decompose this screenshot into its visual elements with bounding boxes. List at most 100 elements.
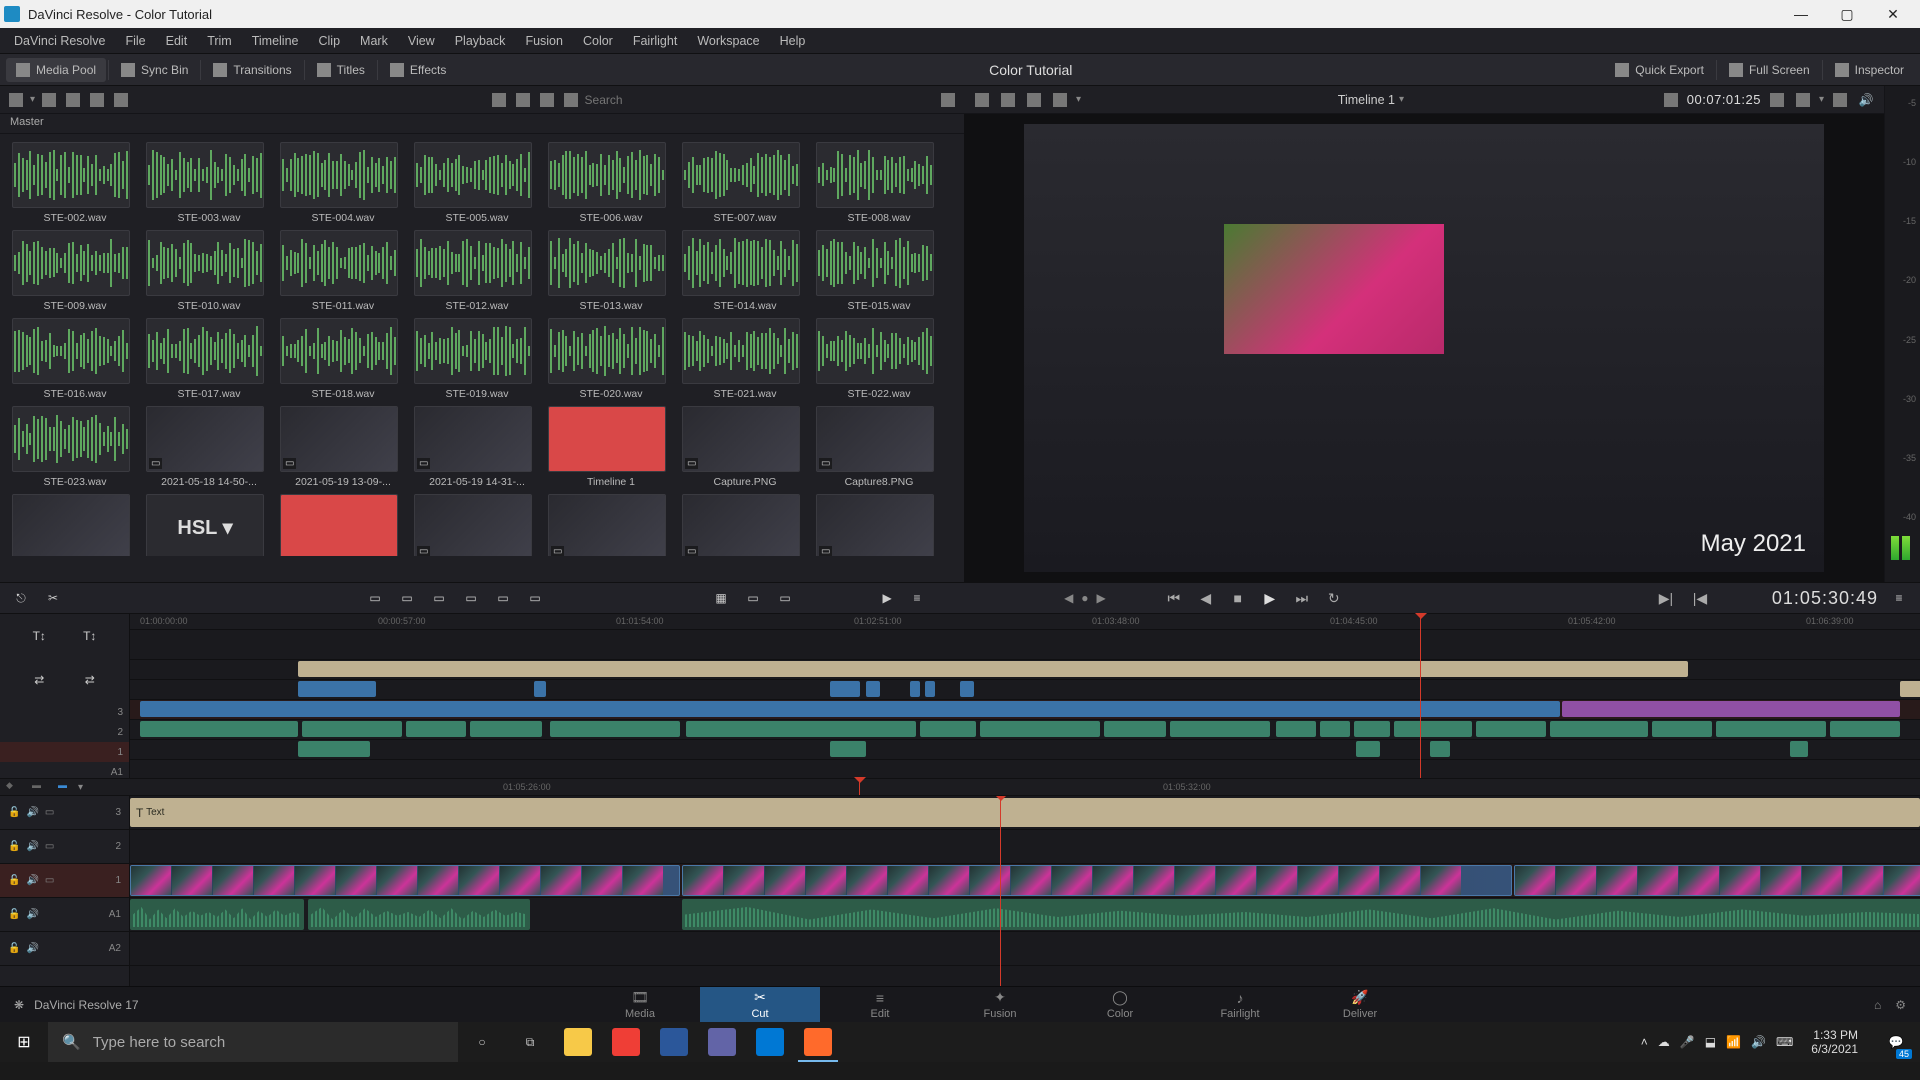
taskbar-app-file-explorer[interactable] [554, 1022, 602, 1062]
start-button[interactable]: ⊞ [0, 1022, 48, 1062]
track-label-3[interactable]: 3 [0, 702, 129, 722]
clip-view-button[interactable] [998, 91, 1018, 109]
import-folder-button[interactable] [63, 91, 83, 109]
append-button[interactable]: ▭ [396, 587, 418, 609]
lock-icon[interactable]: 🔓 [8, 875, 20, 886]
next-edit-button[interactable]: ▶| [1654, 586, 1678, 610]
thumbnail-view-button[interactable] [513, 91, 533, 109]
media-clip[interactable]: STE-019.wav [414, 318, 540, 400]
lt-row-head-1[interactable]: 🔓🔊▭1 [0, 864, 129, 898]
marker-button[interactable] [1767, 91, 1787, 109]
source-tape-button[interactable] [972, 91, 992, 109]
task-view-button[interactable]: ⧉ [506, 1022, 554, 1062]
last-frame-button[interactable]: ⏭ [1290, 586, 1314, 610]
transform-button[interactable]: ▶ [876, 587, 898, 609]
media-clip[interactable]: STE-003.wav [146, 142, 272, 224]
timeline-view-button[interactable] [1024, 91, 1044, 109]
first-frame-button[interactable]: ⏮ [1162, 586, 1186, 610]
new-timeline-button[interactable] [111, 91, 131, 109]
viewer-canvas[interactable]: May 2021 [964, 114, 1884, 582]
menu-color[interactable]: Color [573, 31, 623, 51]
quick-export-button[interactable]: Quick Export [1605, 58, 1714, 82]
media-clip[interactable]: ▭ [414, 494, 540, 556]
page-tab-cut[interactable]: ✂Cut [700, 987, 820, 1022]
effects-button[interactable]: Effects [380, 58, 456, 82]
onedrive-icon[interactable]: ☁ [1658, 1035, 1670, 1049]
snapping-button[interactable]: ▭ [774, 587, 796, 609]
transitions-button[interactable]: Transitions [203, 58, 301, 82]
media-pool-button[interactable]: Media Pool [6, 58, 106, 82]
sync-bin-button[interactable]: Sync Bin [111, 58, 198, 82]
marker-tool-icon[interactable]: ◆ [6, 780, 26, 794]
video-icon[interactable]: ▭ [45, 807, 54, 818]
inspector-button[interactable]: Inspector [1825, 58, 1914, 82]
media-clip[interactable]: STE-015.wav [816, 230, 942, 312]
menu-playback[interactable]: Playback [445, 31, 516, 51]
volume-icon[interactable]: 🔊 [1751, 1035, 1766, 1049]
track-lock-icon[interactable]: ⇄ [85, 673, 95, 687]
list-view-button[interactable] [561, 91, 581, 109]
media-clip[interactable]: STE-005.wav [414, 142, 540, 224]
video-clip[interactable] [1514, 865, 1920, 896]
taskbar-app-word[interactable] [650, 1022, 698, 1062]
menu-clip[interactable]: Clip [309, 31, 351, 51]
timeline-name[interactable]: Timeline 1 [1338, 93, 1395, 107]
track-label-1[interactable]: 1 [0, 742, 129, 762]
play-button[interactable]: ▶ [1258, 586, 1282, 610]
mute-button[interactable]: 🔊 [1856, 91, 1876, 109]
bin-list-button[interactable] [6, 91, 26, 109]
upper-playhead[interactable] [1420, 614, 1421, 778]
media-clip[interactable]: STE-016.wav [12, 318, 138, 400]
media-clip[interactable]: STE-021.wav [682, 318, 808, 400]
search-input[interactable] [585, 93, 705, 107]
jog-prev-icon[interactable]: ◀ [1064, 591, 1073, 605]
upper-timeline-tracks[interactable]: 01:00:00:0000:00:57:0001:01:54:0001:02:5… [130, 614, 1920, 778]
close-button[interactable]: ✕ [1870, 0, 1916, 28]
speaker-icon[interactable]: 🔊 [26, 841, 38, 852]
project-settings-button[interactable]: ⚙ [1895, 998, 1906, 1012]
flag-tool-icon[interactable]: ▬ [32, 780, 52, 794]
tools-dropdown[interactable]: ▦ [710, 587, 732, 609]
boring-detector-button[interactable]: ⎋ [10, 587, 32, 609]
flag-color-icon[interactable]: ▬ [58, 780, 78, 794]
menu-edit[interactable]: Edit [156, 31, 198, 51]
page-tab-color[interactable]: ◯Color [1060, 987, 1180, 1022]
video-icon[interactable]: ▭ [45, 841, 54, 852]
video-clip[interactable] [682, 865, 1512, 896]
full-screen-button[interactable]: Full Screen [1719, 58, 1820, 82]
menu-workspace[interactable]: Workspace [687, 31, 769, 51]
media-clip[interactable]: STE-022.wav [816, 318, 942, 400]
media-clip[interactable]: STE-017.wav [146, 318, 272, 400]
lt-row-head-2[interactable]: 🔓🔊▭2 [0, 830, 129, 864]
network-icon[interactable]: 📶 [1726, 1035, 1741, 1049]
media-clip[interactable]: Timeline 1 [548, 406, 674, 488]
refresh-button[interactable] [87, 91, 107, 109]
menu-davinci-resolve[interactable]: DaVinci Resolve [4, 31, 115, 51]
track-v3[interactable] [130, 660, 1920, 680]
video-icon[interactable]: ▭ [45, 875, 54, 886]
page-tab-fusion[interactable]: ✦Fusion [940, 987, 1060, 1022]
media-clip[interactable]: ▭Capture8.PNG [816, 406, 942, 488]
track-label-2[interactable]: 2 [0, 722, 129, 742]
sync-lock-icon[interactable]: ⇄ [34, 673, 44, 687]
split-clip-button[interactable]: ✂ [42, 587, 64, 609]
taskbar-app-outlook[interactable] [746, 1022, 794, 1062]
lower-ruler-bar[interactable]: ◆ ▬ ▬ ▾ 01:05:26:0001:05:32:00 [0, 778, 1920, 796]
import-media-button[interactable] [39, 91, 59, 109]
lower-timeline-tracks[interactable]: T Text [130, 796, 1920, 986]
scaling-button[interactable] [1050, 91, 1070, 109]
menu-file[interactable]: File [115, 31, 155, 51]
lock-icon[interactable]: 🔓 [8, 841, 20, 852]
media-clip[interactable]: STE-010.wav [146, 230, 272, 312]
loop-button[interactable]: ↻ [1322, 586, 1346, 610]
lock-icon[interactable]: 🔓 [8, 943, 20, 954]
media-clip[interactable]: ▭ [816, 494, 942, 556]
taskbar-clock[interactable]: 1:33 PM 6/3/2021 [1803, 1028, 1866, 1057]
track-a1[interactable] [130, 720, 1920, 740]
page-tab-media[interactable]: 🎞Media [580, 987, 700, 1022]
track-v2[interactable] [130, 680, 1920, 700]
media-clip[interactable]: STE-008.wav [816, 142, 942, 224]
tray-chevron-icon[interactable]: ˄ [1641, 1035, 1648, 1049]
audio-clip[interactable] [130, 899, 304, 930]
audio-clip[interactable] [308, 899, 530, 930]
